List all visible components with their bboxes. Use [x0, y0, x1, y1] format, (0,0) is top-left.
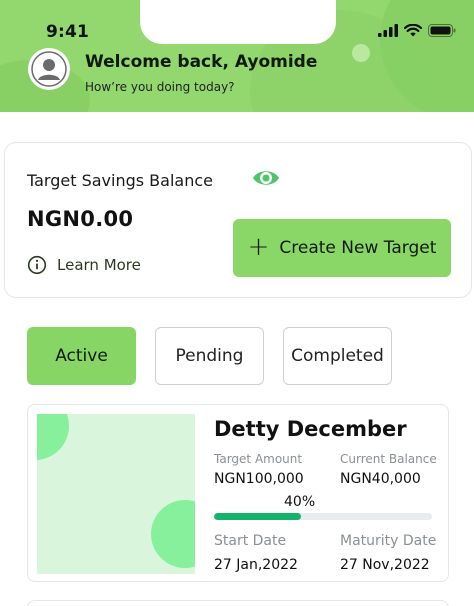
avatar[interactable]	[28, 48, 70, 90]
device-notch	[140, 0, 336, 44]
balance-title: Target Savings Balance	[27, 171, 213, 190]
target-thumbnail	[37, 414, 195, 574]
status-icons	[378, 24, 456, 37]
start-date-value: 27 Jan,2022	[214, 557, 298, 573]
tab-pending[interactable]: Pending	[155, 327, 264, 385]
target-amount-value: NGN100,000	[214, 471, 304, 487]
welcome-subtitle: How’re you doing today?	[85, 80, 235, 94]
learn-more-link[interactable]: Learn More	[27, 255, 141, 275]
progress-percent: 40%	[284, 494, 316, 510]
header: 9:41 Welcome back, Ayomide How’re you do…	[0, 0, 474, 112]
thumbnail-decoration	[37, 414, 69, 460]
balance-amount: NGN0.00	[27, 207, 134, 231]
tab-completed[interactable]: Completed	[283, 327, 392, 385]
maturity-date-label: Maturity Date	[340, 533, 437, 549]
info-icon	[27, 255, 47, 275]
battery-icon	[428, 24, 456, 37]
tab-active[interactable]: Active	[27, 327, 136, 385]
header-decoration	[352, 44, 370, 62]
create-new-target-button[interactable]: + Create New Target	[233, 219, 451, 277]
current-balance-value: NGN40,000	[340, 471, 421, 487]
target-amount-label: Target Amount	[214, 452, 303, 466]
plus-icon: +	[247, 232, 270, 262]
current-balance-label: Current Balance	[340, 452, 437, 466]
create-new-target-label: Create New Target	[279, 238, 437, 258]
signal-icon	[378, 24, 398, 37]
learn-more-label: Learn More	[57, 256, 141, 274]
welcome-title: Welcome back, Ayomide	[85, 52, 318, 72]
savings-balance-card: Target Savings Balance NGN0.00 Learn Mor…	[4, 142, 472, 298]
status-time: 9:41	[46, 22, 90, 42]
start-date-label: Start Date	[214, 533, 287, 549]
target-card[interactable]: Detty December Target Amount NGN100,000 …	[27, 404, 449, 582]
target-card-partial[interactable]	[27, 600, 449, 606]
thumbnail-decoration	[151, 500, 195, 568]
progress-bar	[214, 513, 432, 520]
eye-icon[interactable]	[251, 167, 281, 189]
maturity-date-value: 27 Nov,2022	[340, 557, 430, 573]
avatar-icon	[31, 51, 67, 87]
target-name: Detty December	[214, 417, 407, 441]
wifi-icon	[404, 24, 422, 37]
progress-fill	[214, 513, 302, 520]
